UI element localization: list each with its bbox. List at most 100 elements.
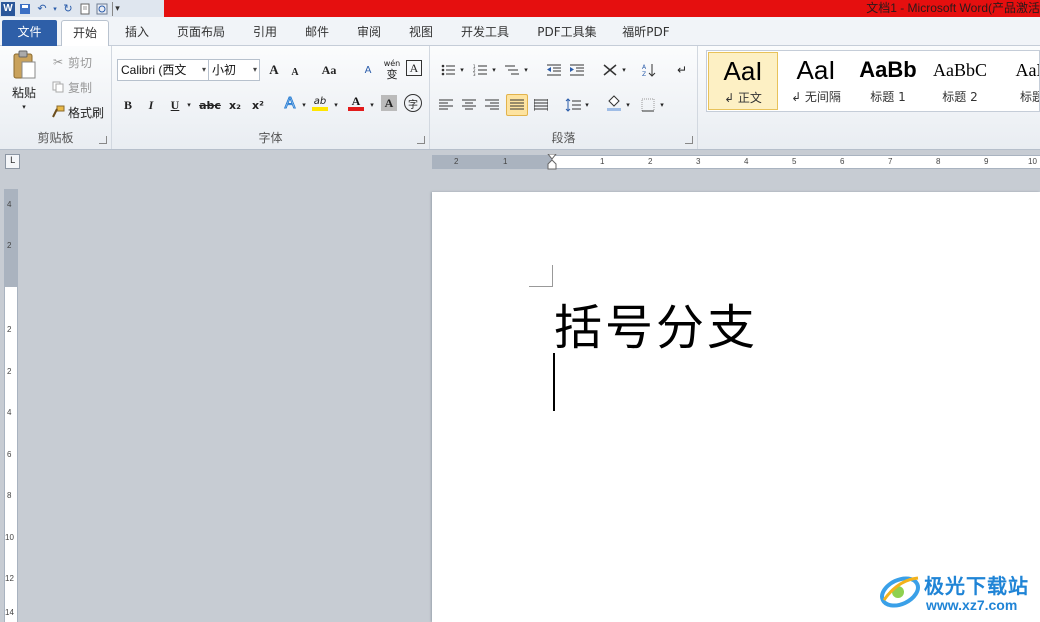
style-preview: AaBb: [859, 57, 917, 82]
print-preview-icon[interactable]: [95, 2, 109, 16]
style-normal[interactable]: AaI ↲ 正文: [708, 52, 778, 110]
chinese-layout-icon[interactable]: [600, 60, 620, 80]
word-app-icon[interactable]: W: [1, 1, 15, 16]
font-color-dropdown-icon[interactable]: ▾: [368, 95, 376, 115]
undo-dropdown-icon[interactable]: ▾: [52, 2, 58, 16]
italic-icon[interactable]: I: [141, 95, 161, 115]
tab-page-layout[interactable]: 页面布局: [167, 20, 235, 46]
font-group-label: 字体: [258, 131, 283, 145]
phonetic-guide-icon[interactable]: wén 变: [382, 56, 402, 82]
bold-icon[interactable]: B: [118, 95, 138, 115]
vruler-label: 12: [5, 574, 14, 583]
font-name-combo[interactable]: Calibri (西文 ▾: [117, 59, 209, 81]
tab-home[interactable]: 开始: [61, 20, 109, 46]
multilevel-dropdown-icon[interactable]: ▾: [522, 60, 530, 80]
undo-icon[interactable]: ↶: [35, 2, 49, 16]
style-title[interactable]: AaB 标题: [997, 52, 1040, 110]
indent-marker-icon[interactable]: [546, 153, 558, 170]
svg-text:A: A: [642, 64, 647, 71]
text-effects-icon[interactable]: A: [280, 94, 300, 114]
style-preview: AaBbC: [933, 60, 987, 80]
distributed-icon[interactable]: [531, 95, 551, 115]
highlight-icon[interactable]: ab: [310, 93, 330, 113]
numbering-icon[interactable]: 123: [470, 60, 490, 80]
line-spacing-icon[interactable]: [563, 95, 583, 115]
decrease-indent-icon[interactable]: [544, 60, 564, 80]
hruler-label: 4: [744, 157, 749, 166]
paste-button[interactable]: 粘贴: [6, 84, 42, 100]
underline-dropdown-icon[interactable]: ▾: [184, 95, 194, 115]
borders-dropdown-icon[interactable]: ▾: [658, 95, 666, 115]
style-name: 标题: [1019, 90, 1039, 104]
highlight-dropdown-icon[interactable]: ▾: [332, 95, 340, 115]
numbering-dropdown-icon[interactable]: ▾: [490, 60, 498, 80]
sort-icon[interactable]: AZ: [639, 60, 659, 80]
hruler-label: 10: [1028, 157, 1037, 166]
character-border-icon[interactable]: A: [406, 60, 422, 76]
style-preview: AaI: [723, 56, 763, 86]
align-left-icon[interactable]: [436, 95, 456, 115]
new-document-icon[interactable]: [78, 2, 92, 16]
style-heading-2[interactable]: AaBbC 标题 2: [925, 52, 995, 110]
clipboard-group-label: 剪贴板: [37, 131, 74, 145]
tab-developer[interactable]: 开发工具: [451, 20, 519, 46]
tab-file[interactable]: 文件: [2, 20, 57, 46]
font-color-glyph: A: [351, 94, 361, 108]
borders-icon[interactable]: [638, 95, 658, 115]
shrink-font-icon[interactable]: A: [285, 62, 305, 82]
customize-qat-icon[interactable]: ▾: [112, 1, 122, 16]
tab-selector-icon[interactable]: L: [5, 154, 20, 169]
change-case-icon[interactable]: Aa: [316, 60, 342, 80]
tab-mailings[interactable]: 邮件: [295, 20, 339, 46]
align-center-icon[interactable]: [459, 95, 479, 115]
bullets-dropdown-icon[interactable]: ▾: [458, 60, 466, 80]
line-spacing-dropdown-icon[interactable]: ▾: [583, 95, 591, 115]
tab-review[interactable]: 审阅: [347, 20, 391, 46]
superscript-icon[interactable]: x²: [248, 95, 268, 115]
clipboard-launcher-icon[interactable]: [99, 136, 107, 144]
clear-formatting-icon[interactable]: A: [358, 60, 378, 80]
text-effects-dropdown-icon[interactable]: ▾: [300, 95, 308, 115]
font-color-icon[interactable]: A: [346, 93, 366, 113]
character-shading-icon[interactable]: A: [381, 95, 397, 111]
copy-icon: [50, 77, 66, 97]
bullets-icon[interactable]: [438, 60, 458, 80]
document-page[interactable]: [432, 192, 1040, 622]
tab-insert[interactable]: 插入: [115, 20, 159, 46]
svg-text:3: 3: [473, 72, 476, 76]
redo-icon[interactable]: ↻: [61, 2, 75, 16]
vruler-label: 2: [7, 325, 12, 334]
vruler-label: 2: [7, 241, 12, 250]
grow-font-icon[interactable]: A: [264, 60, 284, 80]
paste-icon[interactable]: [6, 50, 42, 80]
subscript-icon[interactable]: x₂: [225, 95, 245, 115]
shading-dropdown-icon[interactable]: ▾: [624, 95, 632, 115]
strikethrough-icon[interactable]: abc: [198, 95, 222, 115]
shading-icon[interactable]: [604, 93, 624, 113]
multilevel-list-icon[interactable]: [502, 60, 522, 80]
document-text[interactable]: 括号分支: [554, 288, 758, 358]
paragraph-launcher-icon[interactable]: [685, 136, 693, 144]
underline-icon[interactable]: U: [165, 95, 185, 115]
increase-indent-icon[interactable]: [567, 60, 587, 80]
font-name-value: Calibri (西文: [121, 63, 187, 77]
tab-pdf-tools[interactable]: PDF工具集: [528, 20, 606, 46]
align-right-icon[interactable]: [482, 95, 502, 115]
justify-icon[interactable]: [506, 94, 528, 116]
chinese-layout-dropdown-icon[interactable]: ▾: [620, 60, 628, 80]
tab-references[interactable]: 引用: [243, 20, 287, 46]
enclose-characters-icon[interactable]: 字: [404, 94, 422, 112]
font-size-combo[interactable]: 小初 ▾: [208, 59, 260, 81]
quick-access-toolbar: W ↶ ▾ ↻ ▾: [0, 0, 164, 17]
format-painter-button[interactable]: 格式刷: [68, 102, 106, 122]
font-launcher-icon[interactable]: [417, 136, 425, 144]
style-no-spacing[interactable]: AaI ↲ 无间隔: [781, 52, 851, 110]
show-marks-icon[interactable]: ↵: [672, 60, 692, 80]
save-icon[interactable]: [18, 2, 32, 16]
style-heading-1[interactable]: AaBb 标题 1: [853, 52, 923, 110]
cut-button[interactable]: 剪切: [68, 52, 98, 72]
tab-foxit-pdf[interactable]: 福昕PDF: [614, 20, 678, 46]
copy-button[interactable]: 复制: [68, 77, 98, 97]
tab-view[interactable]: 视图: [399, 20, 443, 46]
paste-dropdown-icon[interactable]: ▾: [16, 102, 32, 112]
